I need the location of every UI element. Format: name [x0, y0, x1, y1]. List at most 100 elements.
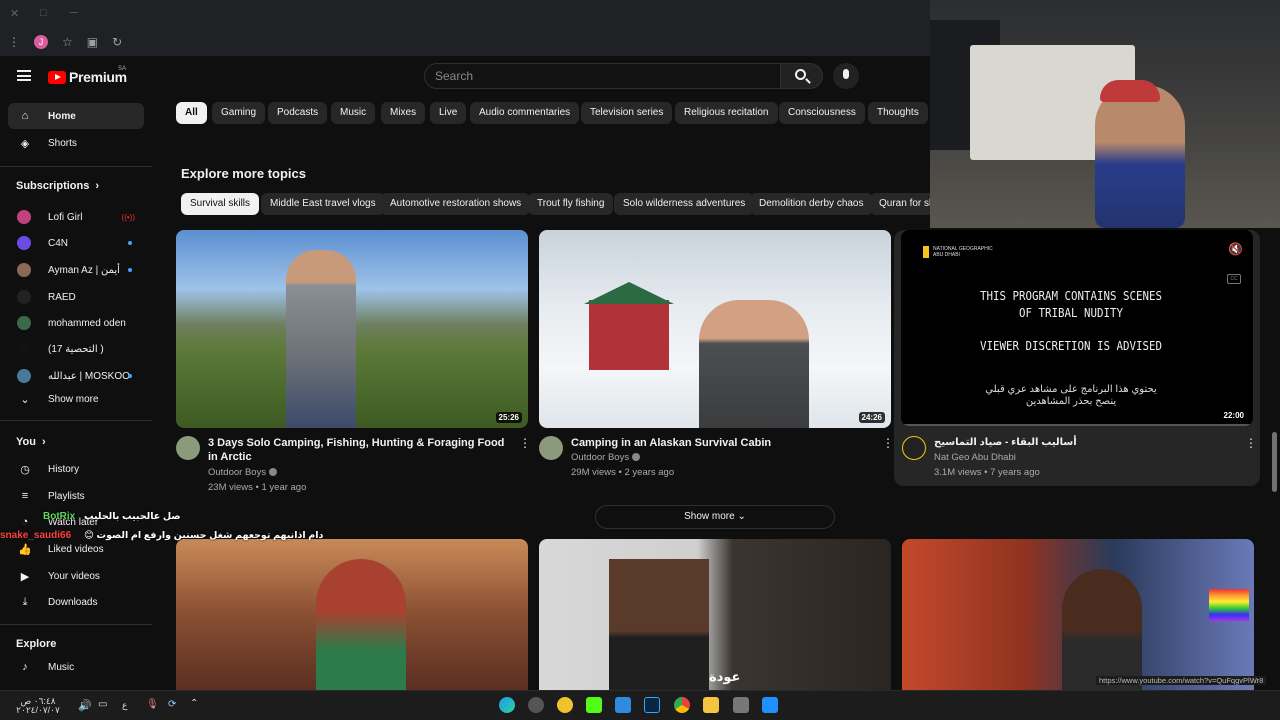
photoshop-icon[interactable] — [644, 697, 660, 713]
obs-icon[interactable] — [528, 697, 544, 713]
video-thumbnail[interactable]: 24:26 — [539, 230, 891, 428]
show-more-button[interactable]: Show more ⌄ — [595, 505, 835, 529]
mute-icon[interactable]: 🔇 — [1228, 242, 1243, 256]
sidebar-item-playlists[interactable]: ≡ Playlists — [8, 483, 144, 509]
youtube-premium-logo[interactable]: Premium SA — [48, 66, 127, 85]
video-title[interactable]: Camping in an Alaskan Survival Cabin — [571, 436, 871, 450]
preview-progress-bar[interactable] — [901, 424, 1253, 426]
search-button[interactable] — [781, 63, 823, 89]
filter-chip[interactable]: Podcasts — [268, 102, 328, 124]
filter-chip[interactable]: Music — [331, 102, 376, 124]
chat-username: snake_saudi66 — [0, 530, 72, 541]
edge-icon[interactable] — [499, 697, 515, 713]
more-options-icon[interactable] — [882, 436, 894, 451]
more-options-icon[interactable] — [519, 436, 531, 451]
close-window-icon[interactable]: ✕ — [10, 7, 19, 20]
profile-avatar[interactable]: J — [34, 35, 48, 49]
input-language[interactable]: ع — [122, 700, 127, 711]
sidebar-item-label: Your videos — [48, 570, 100, 582]
advisory-arabic-line: يحتوي هذا البرنامج على مشاهد عري قبلي — [985, 384, 1157, 395]
channel-avatar — [17, 263, 31, 277]
topic-chip[interactable]: Solo wilderness adventures — [614, 193, 755, 215]
video-thumbnail[interactable] — [176, 539, 528, 690]
channel-name[interactable]: Outdoor Boys — [571, 450, 641, 465]
sidebar-item-history[interactable]: ◷ History — [8, 456, 144, 482]
captions-icon[interactable]: CC — [1227, 274, 1241, 284]
channel-name[interactable]: Nat Geo Abu Dhabi — [934, 450, 1016, 465]
filter-chip[interactable]: Television series — [581, 102, 673, 124]
filter-chip[interactable]: Audio commentaries — [470, 102, 580, 124]
filter-chip[interactable]: Consciousness — [779, 102, 865, 124]
sidebar: ⌂ Home ◈ Shorts Subscriptions › Lofi Gir… — [0, 96, 155, 690]
topic-chip[interactable]: Quran for sle — [870, 193, 930, 215]
topic-chip[interactable]: Survival skills — [181, 193, 260, 215]
app-icon[interactable] — [733, 697, 749, 713]
you-heading-label: You — [16, 436, 36, 448]
favorite-star-icon[interactable]: ☆ — [62, 35, 73, 49]
windows-start-icon[interactable] — [762, 697, 778, 713]
topic-chip[interactable]: Demolition derby chaos — [750, 193, 873, 215]
voice-search-mic-icon[interactable] — [833, 63, 859, 89]
sidebar-subscription-item[interactable]: Ayman Az | أيمن — [8, 257, 144, 283]
discord-icon[interactable] — [557, 697, 573, 713]
history-back-icon[interactable]: ↻ — [112, 35, 122, 49]
sidebar-item-home[interactable]: ⌂ Home — [8, 103, 144, 129]
menu-dots-icon[interactable]: ⋮ — [8, 35, 20, 49]
filter-chip[interactable]: Religious recitation — [675, 102, 778, 124]
filter-chip[interactable]: Gaming — [212, 102, 266, 124]
channel-avatar[interactable] — [902, 436, 926, 460]
sidebar-subscription-item[interactable]: C4N — [8, 230, 144, 256]
taskbar-clock[interactable]: ٠٦:٤٨ ص ٢٠٢٤/٠٧/٠٧ — [8, 697, 68, 715]
network-icon[interactable]: ▭ — [98, 699, 107, 710]
sidebar-subscription-item[interactable]: (التحصية 17 ) — [8, 336, 144, 362]
sidebar-item-shorts[interactable]: ◈ Shorts — [8, 130, 144, 156]
filter-chip[interactable]: Thoughts — [868, 102, 928, 124]
channel-name[interactable]: Outdoor Boys — [208, 465, 278, 480]
search-input[interactable]: Search — [424, 63, 781, 89]
video-title[interactable]: أساليب البقاء - صياد التماسيح — [934, 436, 1234, 450]
tray-chevron-icon[interactable]: ⌃ — [190, 698, 198, 709]
filter-chip[interactable]: Mixes — [381, 102, 426, 124]
chrome-icon[interactable] — [674, 697, 690, 713]
video-thumbnail[interactable] — [902, 539, 1254, 690]
sync-icon[interactable]: ⟳ — [168, 699, 176, 710]
video-duration: 22:00 — [1223, 411, 1244, 420]
sidebar-show-more[interactable]: ⌄ Show more — [8, 386, 144, 412]
thumbnail-lofi-girl — [316, 559, 406, 690]
playlists-icon: ≡ — [21, 490, 29, 502]
topic-chip[interactable]: Middle East travel vlogs — [261, 193, 385, 215]
sidebar-item-downloads[interactable]: ⤓ Downloads — [8, 589, 144, 615]
video-thumbnail[interactable]: عودة — [539, 539, 891, 690]
channel-avatar[interactable] — [176, 436, 200, 460]
file-explorer-icon[interactable] — [703, 697, 719, 713]
video-thumbnail[interactable]: 25:26 — [176, 230, 528, 428]
more-options-icon[interactable] — [1245, 436, 1257, 451]
video-title[interactable]: 3 Days Solo Camping, Fishing, Hunting & … — [208, 436, 508, 464]
video-preview-player[interactable]: NATIONAL GEOGRAPHIC ABU DHABI 🔇 CC THIS … — [901, 230, 1253, 426]
topic-chip[interactable]: Automotive restoration shows — [381, 193, 531, 215]
sidebar-item-your-videos[interactable]: ▶ Your videos — [8, 563, 144, 589]
sidebar-subscription-item[interactable]: mohammed oden — [8, 310, 144, 336]
page-scrollbar[interactable] — [1272, 432, 1277, 492]
channel-avatar[interactable] — [539, 436, 563, 460]
chat-message: صل عالحبيب بالحليب — [84, 511, 181, 522]
kick-icon[interactable] — [586, 697, 602, 713]
minimize-window-icon[interactable]: ─ — [70, 7, 78, 19]
filter-chip[interactable]: All — [176, 102, 207, 124]
sidebar-item-music[interactable]: ♪ Music — [8, 654, 144, 680]
volume-icon[interactable]: 🔊 — [78, 699, 92, 712]
hamburger-menu-icon[interactable] — [17, 70, 31, 81]
filter-chip[interactable]: Live — [430, 102, 467, 124]
view-count: 29M views — [571, 467, 616, 478]
you-heading[interactable]: You › — [16, 436, 46, 448]
microphone-icon[interactable]: 🎙 — [146, 699, 159, 710]
subscriptions-heading[interactable]: Subscriptions › — [16, 180, 99, 192]
sidebar-item-label: (التحصية 17 ) — [48, 343, 104, 355]
maximize-window-icon[interactable]: □ — [40, 7, 47, 19]
sidebar-subscription-item[interactable]: RAED — [8, 284, 144, 310]
collections-icon[interactable]: ▣ — [87, 35, 98, 49]
sidebar-subscription-item[interactable]: Lofi Girl ((•)) — [8, 204, 144, 230]
topic-chip[interactable]: Trout fly fishing — [528, 193, 614, 215]
notepad-icon[interactable] — [615, 697, 631, 713]
channel-avatar — [17, 236, 31, 250]
